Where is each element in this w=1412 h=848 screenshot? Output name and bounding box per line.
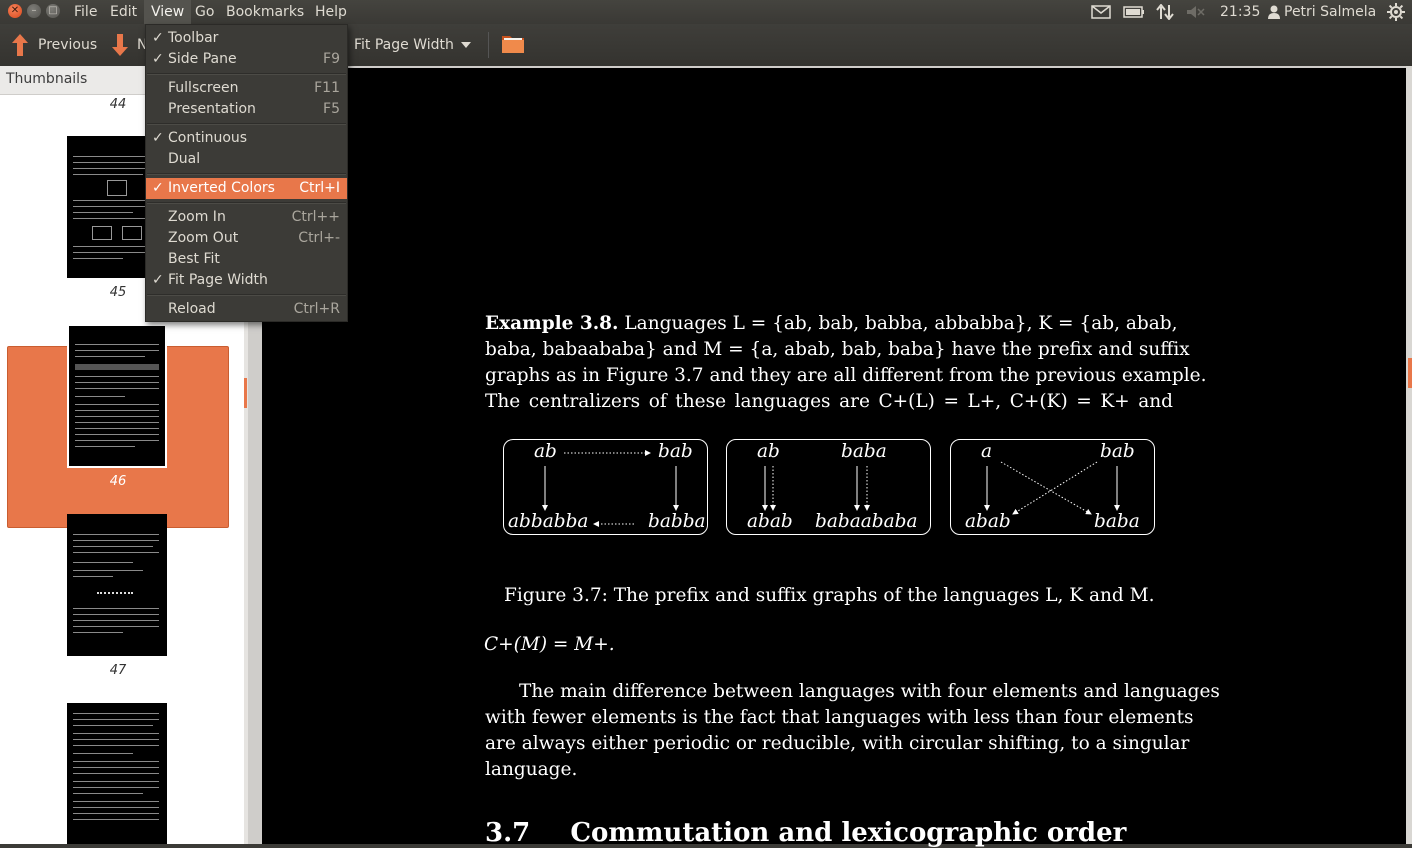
previous-button[interactable]: Previous: [38, 24, 97, 66]
menu-separator: [147, 123, 346, 125]
figure-caption: Figure 3.7: The prefix and suffix graphs…: [504, 585, 1155, 606]
menu-item-presentation[interactable]: Presentation F5: [146, 99, 347, 120]
paragraph2-line-4: language.: [485, 759, 578, 780]
checkmark-icon: ✓: [152, 30, 164, 46]
menu-item-side-pane[interactable]: ✓ Side Pane F9: [146, 49, 347, 70]
menu-item-toolbar[interactable]: ✓ Toolbar: [146, 28, 347, 49]
example-heading: Example 3.8.: [485, 313, 619, 334]
folder-open-icon[interactable]: [501, 34, 525, 54]
menu-item-fullscreen[interactable]: Fullscreen F11: [146, 78, 347, 99]
graph-K-top-right: baba: [841, 441, 887, 462]
menu-item-zoom-out[interactable]: Zoom Out Ctrl+-: [146, 228, 347, 249]
paragraph-main-difference: The main difference between languages wi…: [485, 679, 1220, 783]
chevron-down-icon[interactable]: [461, 42, 471, 48]
menu-item-best-fit[interactable]: Best Fit: [146, 249, 347, 270]
arrow-down-icon[interactable]: [110, 33, 130, 57]
graph-L: ab bab abbabba babba: [503, 439, 708, 535]
zoom-select[interactable]: Fit Page Width: [354, 24, 454, 66]
thumbnail-page-46[interactable]: [67, 324, 167, 468]
menu-help[interactable]: Help: [309, 0, 353, 24]
document-view[interactable]: Example 3.8. Languages L = {ab, bab, bab…: [248, 66, 1412, 848]
graph-M-top-right: bab: [1100, 441, 1135, 462]
toolbar-separator: [488, 32, 489, 58]
maximize-window-button[interactable]: □: [46, 4, 60, 18]
graph-K-bottom-right: babaababa: [815, 511, 918, 532]
checkmark-icon: ✓: [152, 272, 164, 288]
side-pane-scroll-marker[interactable]: [244, 378, 247, 408]
graph-M-bottom-right: baba: [1094, 511, 1140, 532]
user-icon: [1268, 5, 1280, 19]
graph-M-bottom-left: abab: [965, 511, 1011, 532]
menu-item-zoom-in[interactable]: Zoom In Ctrl++: [146, 207, 347, 228]
user-name[interactable]: Petri Salmela: [1284, 0, 1376, 24]
thumbnail-page-47[interactable]: [67, 514, 167, 656]
menu-item-inverted-colors[interactable]: ✓ Inverted Colors Ctrl+I: [146, 178, 347, 199]
paragraph1-line-1: Languages L = {ab, bab, babba, abbabba},…: [624, 313, 1178, 334]
paragraph1-line-3: graphs as in Figure 3.7 and they are all…: [485, 365, 1207, 386]
centralizer-M-line: C+(M) = M+.: [484, 634, 615, 655]
menu-edit[interactable]: Edit: [104, 0, 143, 24]
arrow-up-icon[interactable]: [10, 33, 30, 57]
menu-separator: [147, 202, 346, 204]
menu-bookmarks[interactable]: Bookmarks: [220, 0, 310, 24]
graph-M: a bab abab baba: [950, 439, 1155, 535]
checkmark-icon: ✓: [152, 180, 164, 196]
thumbnail-label-46: 46: [109, 474, 127, 489]
menu-go[interactable]: Go: [189, 0, 220, 24]
clock[interactable]: 21:35: [1220, 0, 1260, 24]
menu-item-fit-page-width[interactable]: ✓ Fit Page Width: [146, 270, 347, 291]
thumbnail-label-47: 47: [109, 663, 127, 678]
paragraph-example-3-8: Example 3.8. Languages L = {ab, bab, bab…: [485, 311, 1207, 415]
graph-L-top-left: ab: [534, 441, 557, 462]
document-scrollbar[interactable]: [1406, 66, 1412, 844]
menu-separator: [147, 294, 346, 296]
graph-L-bottom-right: babba: [648, 511, 706, 532]
top-menubar: ✕ – □ File Edit View Go Bookmarks Help 2…: [0, 0, 1412, 24]
menu-view[interactable]: View: [144, 0, 192, 24]
checkmark-icon: ✓: [152, 130, 164, 146]
network-icon[interactable]: [1156, 4, 1174, 20]
paragraph2-line-2: with fewer elements is the fact that lan…: [485, 707, 1194, 728]
checkmark-icon: ✓: [152, 51, 164, 67]
graph-K: ab baba abab babaababa: [726, 439, 931, 535]
document-page: Example 3.8. Languages L = {ab, bab, bab…: [262, 68, 1406, 848]
menu-file[interactable]: File: [68, 0, 103, 24]
document-scroll-marker[interactable]: [1408, 358, 1412, 388]
menu-separator: [147, 173, 346, 175]
paragraph2-line-3: are always either periodic or reducible,…: [485, 733, 1190, 754]
mail-icon[interactable]: [1091, 5, 1111, 19]
menu-item-reload[interactable]: Reload Ctrl+R: [146, 299, 347, 320]
paragraph1-line-2: baba, babaababa} and M = {a, abab, bab, …: [485, 339, 1190, 360]
thumbnail-page-48[interactable]: [67, 703, 167, 844]
menu-item-dual[interactable]: Dual: [146, 149, 347, 170]
view-menu-dropdown: ✓ Toolbar ✓ Side Pane F9 Fullscreen F11 …: [145, 24, 348, 322]
minimize-window-button[interactable]: –: [27, 4, 41, 18]
volume-muted-icon[interactable]: [1186, 5, 1206, 19]
graph-K-top-left: ab: [757, 441, 780, 462]
graph-K-bottom-left: abab: [747, 511, 793, 532]
menu-item-continuous[interactable]: ✓ Continuous: [146, 128, 347, 149]
graph-M-top-left: a: [981, 441, 993, 462]
graph-L-bottom-left: abbabba: [508, 511, 589, 532]
paragraph2-line-1: The main difference between languages wi…: [519, 681, 1220, 702]
menu-separator: [147, 73, 346, 75]
gear-icon[interactable]: [1387, 3, 1405, 21]
close-window-button[interactable]: ✕: [8, 4, 22, 18]
battery-icon[interactable]: [1123, 6, 1145, 18]
paragraph1-line-4: The centralizers of these languages are …: [485, 391, 1173, 412]
graph-L-top-right: bab: [658, 441, 693, 462]
